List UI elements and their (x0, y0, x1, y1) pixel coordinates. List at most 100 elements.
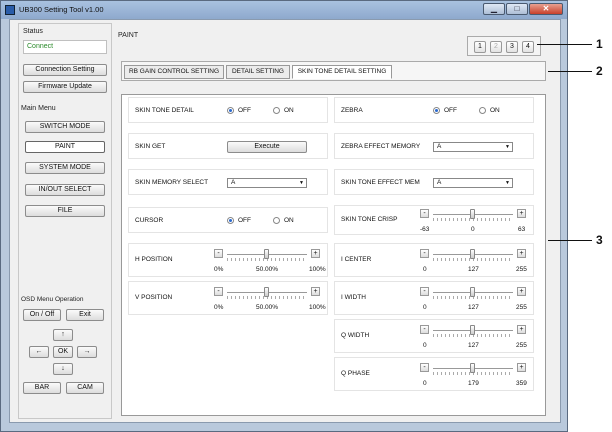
tab-detail-setting[interactable]: DETAIL SETTING (226, 65, 290, 79)
q-phase-max: 359 (516, 380, 527, 387)
i-width-label: I WIDTH (341, 294, 366, 301)
connection-setting-button[interactable]: Connection Setting (23, 64, 107, 76)
zebra-effect-memory-value: A (437, 143, 442, 150)
skin-tone-effect-mem-label: SKIN TONE EFFECT MEM (341, 179, 420, 186)
execute-button[interactable]: Execute (227, 141, 307, 153)
q-width-minus-button[interactable]: - (420, 325, 429, 334)
page-2-button[interactable]: 2 (490, 41, 502, 53)
skin-tone-crisp-minus-button[interactable]: - (420, 209, 429, 218)
bar-button[interactable]: BAR (23, 382, 61, 394)
paint-button[interactable]: PAINT (25, 141, 105, 153)
q-width-value: 127 (468, 342, 479, 349)
i-width-plus-button[interactable]: + (517, 287, 526, 296)
callout-line-2 (548, 71, 592, 72)
i-width-row: I WIDTH - + 0 127 255 (334, 281, 534, 315)
skin-tone-detail-off-radio[interactable] (227, 107, 234, 114)
app-icon (5, 5, 15, 15)
system-mode-button[interactable]: SYSTEM MODE (25, 162, 105, 174)
callout-line-1 (537, 44, 592, 45)
app-window: UB300 Setting Tool v1.00 ▁ □ ✕ Status Co… (0, 0, 568, 432)
close-button[interactable]: ✕ (529, 3, 563, 15)
maximize-button[interactable]: □ (506, 3, 528, 15)
v-position-row: V POSITION - + 0% 50.00% 100% (128, 281, 328, 315)
status-label: Status (23, 28, 43, 35)
osd-on-off-button[interactable]: On / Off (23, 309, 61, 321)
skin-tone-effect-mem-dropdown[interactable]: A ▼ (433, 178, 513, 188)
v-position-minus-button[interactable]: - (214, 287, 223, 296)
skin-tone-detail-label: SKIN TONE DETAIL (135, 107, 194, 114)
page-1-button[interactable]: 1 (474, 41, 486, 53)
i-width-min: 0 (423, 304, 427, 311)
q-width-row: Q WIDTH - + 0 127 255 (334, 319, 534, 353)
skin-memory-select-dropdown[interactable]: A ▼ (227, 178, 307, 188)
skin-tone-effect-mem-row: SKIN TONE EFFECT MEM A ▼ (334, 169, 534, 195)
switch-mode-button[interactable]: SWITCH MODE (25, 121, 105, 133)
skin-memory-select-row: SKIN MEMORY SELECT A ▼ (128, 169, 328, 195)
q-phase-minus-button[interactable]: - (420, 363, 429, 372)
h-position-slider-thumb[interactable] (264, 249, 269, 259)
cursor-off-label: OFF (238, 217, 251, 224)
in-out-select-button[interactable]: IN/OUT SELECT (25, 184, 105, 196)
i-width-slider-thumb[interactable] (470, 287, 475, 297)
callout-2: 2 (596, 64, 603, 78)
tab-rb-gain-control[interactable]: RB GAIN CONTROL SETTING (124, 65, 224, 79)
firmware-update-button[interactable]: Firmware Update (23, 81, 107, 93)
minimize-button[interactable]: ▁ (483, 3, 505, 15)
osd-left-button[interactable]: ← (29, 346, 49, 358)
cursor-row: CURSOR OFF ON (128, 207, 328, 233)
skin-tone-detail-on-radio[interactable] (273, 107, 280, 114)
page-title: PAINT (118, 32, 139, 39)
skin-tone-effect-mem-value: A (437, 179, 442, 186)
osd-down-button[interactable]: ↓ (53, 363, 73, 375)
i-center-minus-button[interactable]: - (420, 249, 429, 258)
zebra-on-radio[interactable] (479, 107, 486, 114)
cursor-off-radio[interactable] (227, 217, 234, 224)
page-buttons: 1 2 3 4 (467, 36, 541, 56)
q-width-slider-thumb[interactable] (470, 325, 475, 335)
i-center-slider-thumb[interactable] (470, 249, 475, 259)
skin-tone-crisp-max: 63 (518, 226, 526, 233)
settings-panel: SKIN TONE DETAIL OFF ON SKIN GET Execute… (121, 94, 546, 416)
skin-tone-crisp-row: SKIN TONE CRISP - + -63 0 63 (334, 205, 534, 235)
i-width-minus-button[interactable]: - (420, 287, 429, 296)
cursor-on-radio[interactable] (273, 217, 280, 224)
osd-right-button[interactable]: → (77, 346, 97, 358)
chevron-down-icon: ▼ (299, 180, 304, 186)
q-phase-min: 0 (423, 380, 427, 387)
page-3-button[interactable]: 3 (506, 41, 518, 53)
i-center-plus-button[interactable]: + (517, 249, 526, 258)
osd-ok-button[interactable]: OK (53, 346, 73, 358)
zebra-label: ZEBRA (341, 107, 363, 114)
title-bar[interactable]: UB300 Setting Tool v1.00 ▁ □ ✕ (1, 1, 567, 19)
q-phase-plus-button[interactable]: + (517, 363, 526, 372)
v-position-value: 50.00% (256, 304, 279, 311)
zebra-off-label: OFF (444, 107, 457, 114)
tab-strip: RB GAIN CONTROL SETTING DETAIL SETTING S… (121, 61, 546, 81)
q-width-label: Q WIDTH (341, 332, 370, 339)
page-4-button[interactable]: 4 (522, 41, 534, 53)
chevron-down-icon: ▼ (505, 180, 510, 186)
file-button[interactable]: FILE (25, 205, 105, 217)
v-position-plus-button[interactable]: + (311, 287, 320, 296)
osd-exit-button[interactable]: Exit (66, 309, 104, 321)
h-position-min: 0% (214, 266, 224, 273)
tab-skin-tone-detail[interactable]: SKIN TONE DETAIL SETTING (292, 65, 392, 79)
i-width-max: 255 (516, 304, 527, 311)
skin-tone-crisp-plus-button[interactable]: + (517, 209, 526, 218)
skin-tone-detail-off-label: OFF (238, 107, 251, 114)
osd-up-button[interactable]: ↑ (53, 329, 73, 341)
skin-tone-crisp-slider-thumb[interactable] (470, 209, 475, 219)
v-position-label: V POSITION (135, 294, 173, 301)
zebra-on-label: ON (490, 107, 500, 114)
zebra-off-radio[interactable] (433, 107, 440, 114)
q-width-plus-button[interactable]: + (517, 325, 526, 334)
zebra-effect-memory-dropdown[interactable]: A ▼ (433, 142, 513, 152)
i-center-row: I CENTER - + 0 127 255 (334, 243, 534, 277)
q-phase-slider-thumb[interactable] (470, 363, 475, 373)
q-phase-value: 179 (468, 380, 479, 387)
h-position-minus-button[interactable]: - (214, 249, 223, 258)
h-position-plus-button[interactable]: + (311, 249, 320, 258)
v-position-slider-thumb[interactable] (264, 287, 269, 297)
callout-line-3 (548, 240, 592, 241)
cam-button[interactable]: CAM (66, 382, 104, 394)
